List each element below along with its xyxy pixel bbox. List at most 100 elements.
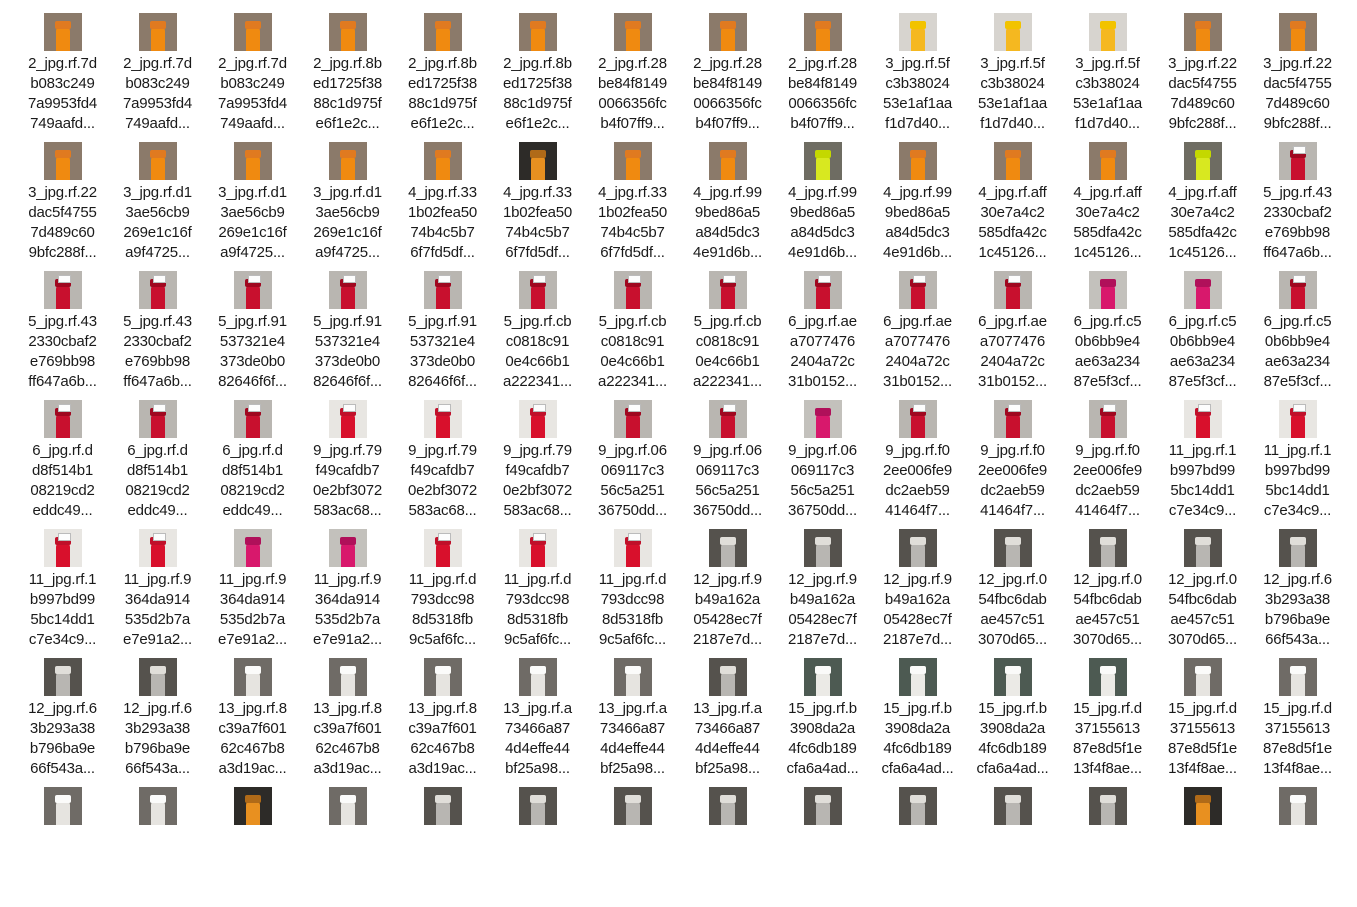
file-item[interactable]: 13_jpg.rf.8 c39a7f601 62c467b8 a3d19ac..… xyxy=(395,649,490,778)
file-thumbnail[interactable] xyxy=(709,787,747,825)
file-thumbnail[interactable] xyxy=(1184,400,1222,438)
file-thumbnail[interactable] xyxy=(44,13,82,51)
file-thumbnail[interactable] xyxy=(709,529,747,567)
file-item[interactable]: 4_jpg.rf.99 9bed86a5 a84d5dc3 4e91d6b... xyxy=(870,133,965,262)
file-item[interactable]: 2_jpg.rf.8b ed1725f38 88c1d975f e6f1e2c.… xyxy=(490,4,585,133)
file-item[interactable]: 3_jpg.rf.d1 3ae56cb9 269e1c16f a9f4725..… xyxy=(300,133,395,262)
file-thumbnail[interactable] xyxy=(994,658,1032,696)
file-item[interactable]: 6_jpg.rf.c5 0b6bb9e4 ae63a234 87e5f3cf..… xyxy=(1250,262,1345,391)
file-item[interactable]: 4_jpg.rf.99 9bed86a5 a84d5dc3 4e91d6b... xyxy=(680,133,775,262)
file-thumbnail[interactable] xyxy=(329,787,367,825)
file-item[interactable]: 5_jpg.rf.cb c0818c91 0e4c66b1 a222341... xyxy=(680,262,775,391)
file-item[interactable] xyxy=(300,778,395,907)
file-item[interactable]: 4_jpg.rf.99 9bed86a5 a84d5dc3 4e91d6b... xyxy=(775,133,870,262)
file-item[interactable]: 11_jpg.rf.1 b997bd99 5bc14dd1 c7e34c9... xyxy=(1155,391,1250,520)
file-thumbnail[interactable] xyxy=(519,271,557,309)
file-item[interactable]: 11_jpg.rf.d 793dcc98 8d5318fb 9c5af6fc..… xyxy=(490,520,585,649)
file-item[interactable]: 9_jpg.rf.79 f49cafdb7 0e2bf3072 583ac68.… xyxy=(300,391,395,520)
file-item[interactable]: 4_jpg.rf.aff 30e7a4c2 585dfa42c 1c45126.… xyxy=(1060,133,1155,262)
file-thumbnail[interactable] xyxy=(1184,271,1222,309)
file-thumbnail[interactable] xyxy=(994,787,1032,825)
file-item[interactable]: 2_jpg.rf.28 be84f8149 0066356fc b4f07ff9… xyxy=(680,4,775,133)
file-thumbnail[interactable] xyxy=(44,529,82,567)
file-thumbnail[interactable] xyxy=(899,529,937,567)
file-item[interactable]: 6_jpg.rf.ae a7077476 2404a72c 31b0152... xyxy=(870,262,965,391)
file-item[interactable]: 15_jpg.rf.b 3908da2a 4fc6db189 cfa6a4ad.… xyxy=(775,649,870,778)
file-thumbnail[interactable] xyxy=(519,787,557,825)
file-item[interactable]: 5_jpg.rf.91 537321e4 373de0b0 82646f6f..… xyxy=(205,262,300,391)
file-thumbnail[interactable] xyxy=(804,271,842,309)
file-item[interactable]: 12_jpg.rf.9 b49a162a 05428ec7f 2187e7d..… xyxy=(775,520,870,649)
file-item[interactable]: 9_jpg.rf.79 f49cafdb7 0e2bf3072 583ac68.… xyxy=(490,391,585,520)
file-thumbnail[interactable] xyxy=(329,271,367,309)
file-item[interactable]: 5_jpg.rf.cb c0818c91 0e4c66b1 a222341... xyxy=(490,262,585,391)
file-item[interactable]: 5_jpg.rf.91 537321e4 373de0b0 82646f6f..… xyxy=(395,262,490,391)
file-thumbnail[interactable] xyxy=(899,787,937,825)
file-thumbnail[interactable] xyxy=(234,529,272,567)
file-thumbnail[interactable] xyxy=(994,13,1032,51)
file-thumbnail[interactable] xyxy=(1184,142,1222,180)
file-item[interactable]: 4_jpg.rf.33 1b02fea50 74b4c5b7 6f7fd5df.… xyxy=(585,133,680,262)
file-item[interactable]: 13_jpg.rf.8 c39a7f601 62c467b8 a3d19ac..… xyxy=(205,649,300,778)
file-item[interactable]: 9_jpg.rf.79 f49cafdb7 0e2bf3072 583ac68.… xyxy=(395,391,490,520)
file-item[interactable]: 5_jpg.rf.43 2330cbaf2 e769bb98 ff647a6b.… xyxy=(1250,133,1345,262)
file-item[interactable]: 11_jpg.rf.d 793dcc98 8d5318fb 9c5af6fc..… xyxy=(395,520,490,649)
file-item[interactable]: 9_jpg.rf.f0 2ee006fe9 dc2aeb59 41464f7..… xyxy=(965,391,1060,520)
file-item[interactable]: 9_jpg.rf.06 069117c3 56c5a251 36750dd... xyxy=(585,391,680,520)
file-thumbnail[interactable] xyxy=(44,142,82,180)
file-thumbnail[interactable] xyxy=(994,271,1032,309)
file-item[interactable]: 6_jpg.rf.c5 0b6bb9e4 ae63a234 87e5f3cf..… xyxy=(1060,262,1155,391)
file-item[interactable]: 3_jpg.rf.22 dac5f4755 7d489c60 9bfc288f.… xyxy=(1250,4,1345,133)
file-item[interactable]: 12_jpg.rf.9 b49a162a 05428ec7f 2187e7d..… xyxy=(870,520,965,649)
file-item[interactable] xyxy=(870,778,965,907)
file-thumbnail[interactable] xyxy=(329,529,367,567)
file-thumbnail[interactable] xyxy=(519,658,557,696)
file-item[interactable]: 2_jpg.rf.7d b083c249 7a9953fd4 749aafd..… xyxy=(110,4,205,133)
file-item[interactable]: 3_jpg.rf.22 dac5f4755 7d489c60 9bfc288f.… xyxy=(15,133,110,262)
file-thumbnail[interactable] xyxy=(899,400,937,438)
file-item[interactable]: 15_jpg.rf.b 3908da2a 4fc6db189 cfa6a4ad.… xyxy=(965,649,1060,778)
file-thumbnail[interactable] xyxy=(614,400,652,438)
file-item[interactable]: 11_jpg.rf.9 364da914 535d2b7a e7e91a2... xyxy=(300,520,395,649)
file-item[interactable]: 3_jpg.rf.5f c3b38024 53e1af1aa f1d7d40..… xyxy=(870,4,965,133)
file-thumbnail[interactable] xyxy=(44,787,82,825)
file-thumbnail[interactable] xyxy=(1279,529,1317,567)
file-thumbnail[interactable] xyxy=(804,142,842,180)
file-item[interactable]: 6_jpg.rf.d d8f514b1 08219cd2 eddc49... xyxy=(110,391,205,520)
file-thumbnail[interactable] xyxy=(709,400,747,438)
file-thumbnail[interactable] xyxy=(1089,142,1127,180)
file-thumbnail[interactable] xyxy=(1184,787,1222,825)
file-item[interactable]: 3_jpg.rf.d1 3ae56cb9 269e1c16f a9f4725..… xyxy=(110,133,205,262)
file-item[interactable]: 12_jpg.rf.6 3b293a38 b796ba9e 66f543a... xyxy=(1250,520,1345,649)
file-thumbnail[interactable] xyxy=(139,658,177,696)
file-thumbnail[interactable] xyxy=(709,13,747,51)
file-item[interactable]: 15_jpg.rf.d 37155613 87e8d5f1e 13f4f8ae.… xyxy=(1155,649,1250,778)
file-thumbnail[interactable] xyxy=(804,400,842,438)
file-thumbnail[interactable] xyxy=(424,142,462,180)
file-thumbnail[interactable] xyxy=(614,142,652,180)
file-thumbnail[interactable] xyxy=(899,142,937,180)
file-item[interactable]: 2_jpg.rf.8b ed1725f38 88c1d975f e6f1e2c.… xyxy=(300,4,395,133)
file-thumbnail[interactable] xyxy=(1089,787,1127,825)
file-item[interactable]: 11_jpg.rf.9 364da914 535d2b7a e7e91a2... xyxy=(205,520,300,649)
file-item[interactable]: 12_jpg.rf.0 54fbc6dab ae457c51 3070d65..… xyxy=(1060,520,1155,649)
file-item[interactable]: 2_jpg.rf.28 be84f8149 0066356fc b4f07ff9… xyxy=(585,4,680,133)
file-item[interactable]: 2_jpg.rf.7d b083c249 7a9953fd4 749aafd..… xyxy=(205,4,300,133)
file-item[interactable]: 5_jpg.rf.91 537321e4 373de0b0 82646f6f..… xyxy=(300,262,395,391)
file-thumbnail[interactable] xyxy=(804,529,842,567)
file-item[interactable] xyxy=(585,778,680,907)
file-thumbnail[interactable] xyxy=(614,13,652,51)
file-item[interactable]: 4_jpg.rf.33 1b02fea50 74b4c5b7 6f7fd5df.… xyxy=(490,133,585,262)
file-thumbnail[interactable] xyxy=(1089,271,1127,309)
file-thumbnail[interactable] xyxy=(44,400,82,438)
file-item[interactable]: 12_jpg.rf.0 54fbc6dab ae457c51 3070d65..… xyxy=(965,520,1060,649)
file-item[interactable] xyxy=(395,778,490,907)
file-thumbnail[interactable] xyxy=(899,271,937,309)
file-item[interactable]: 13_jpg.rf.a 73466a87 4d4effe44 bf25a98..… xyxy=(680,649,775,778)
file-thumbnail[interactable] xyxy=(709,142,747,180)
file-thumbnail[interactable] xyxy=(1279,787,1317,825)
file-thumbnail[interactable] xyxy=(44,271,82,309)
file-thumbnail[interactable] xyxy=(614,787,652,825)
file-thumbnail[interactable] xyxy=(44,658,82,696)
file-thumbnail[interactable] xyxy=(1089,400,1127,438)
